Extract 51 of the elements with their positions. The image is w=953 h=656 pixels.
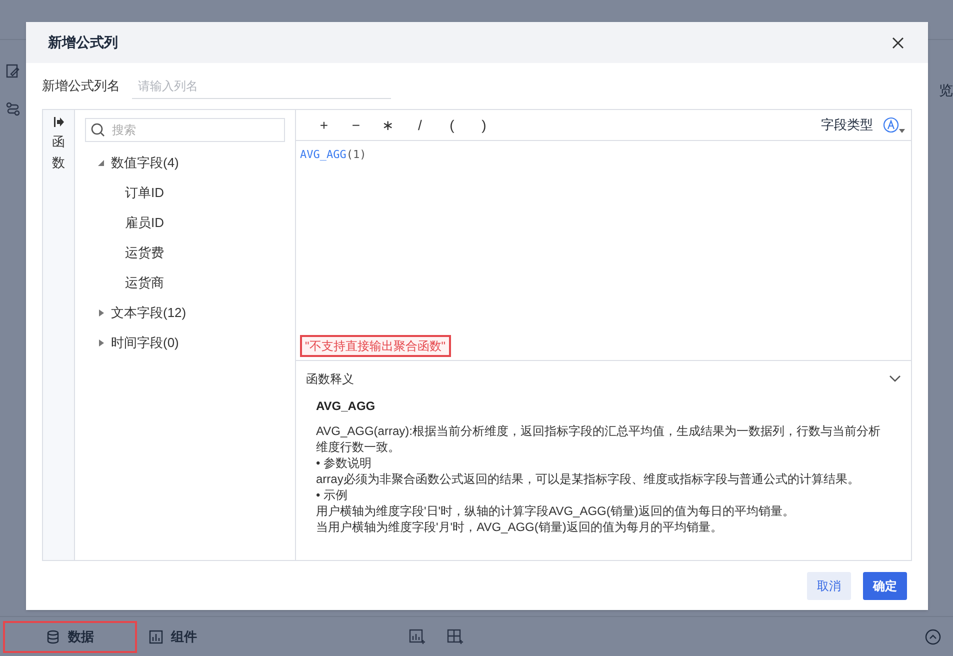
tree-item[interactable]: 运货商 [125, 273, 164, 293]
operator-button[interactable]: ∗ [382, 114, 394, 136]
operator-button[interactable]: / [414, 114, 426, 136]
collapse-icon[interactable] [925, 628, 941, 644]
add-layout-icon[interactable] [447, 628, 465, 644]
field-label: 新增公式列名 [42, 77, 120, 96]
preview-label[interactable]: 览 [939, 80, 953, 101]
caret-icon[interactable] [97, 339, 105, 347]
tree-item[interactable]: 雇员ID [125, 213, 164, 233]
functions-tab[interactable]: 函数 [52, 132, 65, 174]
add-chart-icon[interactable] [409, 628, 427, 644]
search-icon [91, 123, 105, 137]
caret-icon[interactable] [97, 159, 105, 167]
function-name: AVG_AGG [316, 398, 376, 415]
section-title: 函数释义 [306, 371, 354, 388]
operator-button[interactable]: + [318, 114, 330, 136]
help-text: 用户横轴为维度字段'日'时，纵轴的计算字段AVG_AGG(销量)返回的值为每日的平均销量。 [316, 503, 796, 519]
caret-icon [899, 129, 905, 133]
error-message: "不支持直接输出聚合函数" [300, 335, 451, 357]
help-text: • 示例 [316, 487, 349, 503]
operator-button[interactable]: ) [478, 114, 490, 136]
operator-button[interactable]: − [350, 114, 362, 136]
bottom-tab[interactable]: 数据 [3, 620, 137, 652]
dialog-title: 新增公式列 [48, 33, 118, 52]
expand-panel-icon[interactable] [52, 116, 64, 128]
field-type-label: 字段类型 [821, 116, 873, 134]
help-text: AVG_AGG(array):根据当前分析维度，返回指标字段的汇总平均值，生成结果为一数据列，行数与当前分析维度行数一致。 [316, 423, 882, 455]
formula-text[interactable]: AVG_AGG(1) [300, 147, 907, 164]
tree-item[interactable]: 运货费 [125, 243, 164, 263]
link-icon[interactable] [6, 102, 20, 116]
field-type-dropdown[interactable] [883, 117, 905, 133]
tree-item[interactable]: 订单ID [125, 183, 164, 203]
confirm-button[interactable]: 确定 [863, 572, 907, 600]
tree-group[interactable]: 数值字段(4) [111, 153, 179, 173]
edit-icon[interactable] [6, 64, 20, 78]
input-field[interactable]: 请输入列名 [132, 73, 391, 99]
bar-chart-icon [149, 630, 163, 644]
bottom-tab[interactable]: 组件 [137, 620, 209, 652]
letter-a-icon [883, 117, 899, 133]
help-text: • 参数说明 [316, 455, 373, 471]
help-text: array必须为非聚合函数公式返回的结果，可以是某指标字段、维度或指标字段与普通公式的计算结果。 [316, 471, 860, 487]
close-icon[interactable] [890, 34, 906, 50]
tree-group[interactable]: 文本字段(12) [111, 303, 186, 323]
database-icon [46, 630, 60, 644]
operator-button[interactable]: ( [446, 114, 458, 136]
tree-group[interactable]: 时间字段(0) [111, 333, 179, 353]
cancel-button[interactable]: 取消 [807, 572, 851, 600]
caret-icon[interactable] [97, 309, 105, 317]
chevron-icon[interactable] [889, 375, 901, 383]
search-field[interactable]: 搜索 [85, 118, 285, 142]
help-text: 当用户横轴为维度字段'月'时，AVG_AGG(销量)返回的值为每月的平均销量。 [316, 519, 724, 535]
